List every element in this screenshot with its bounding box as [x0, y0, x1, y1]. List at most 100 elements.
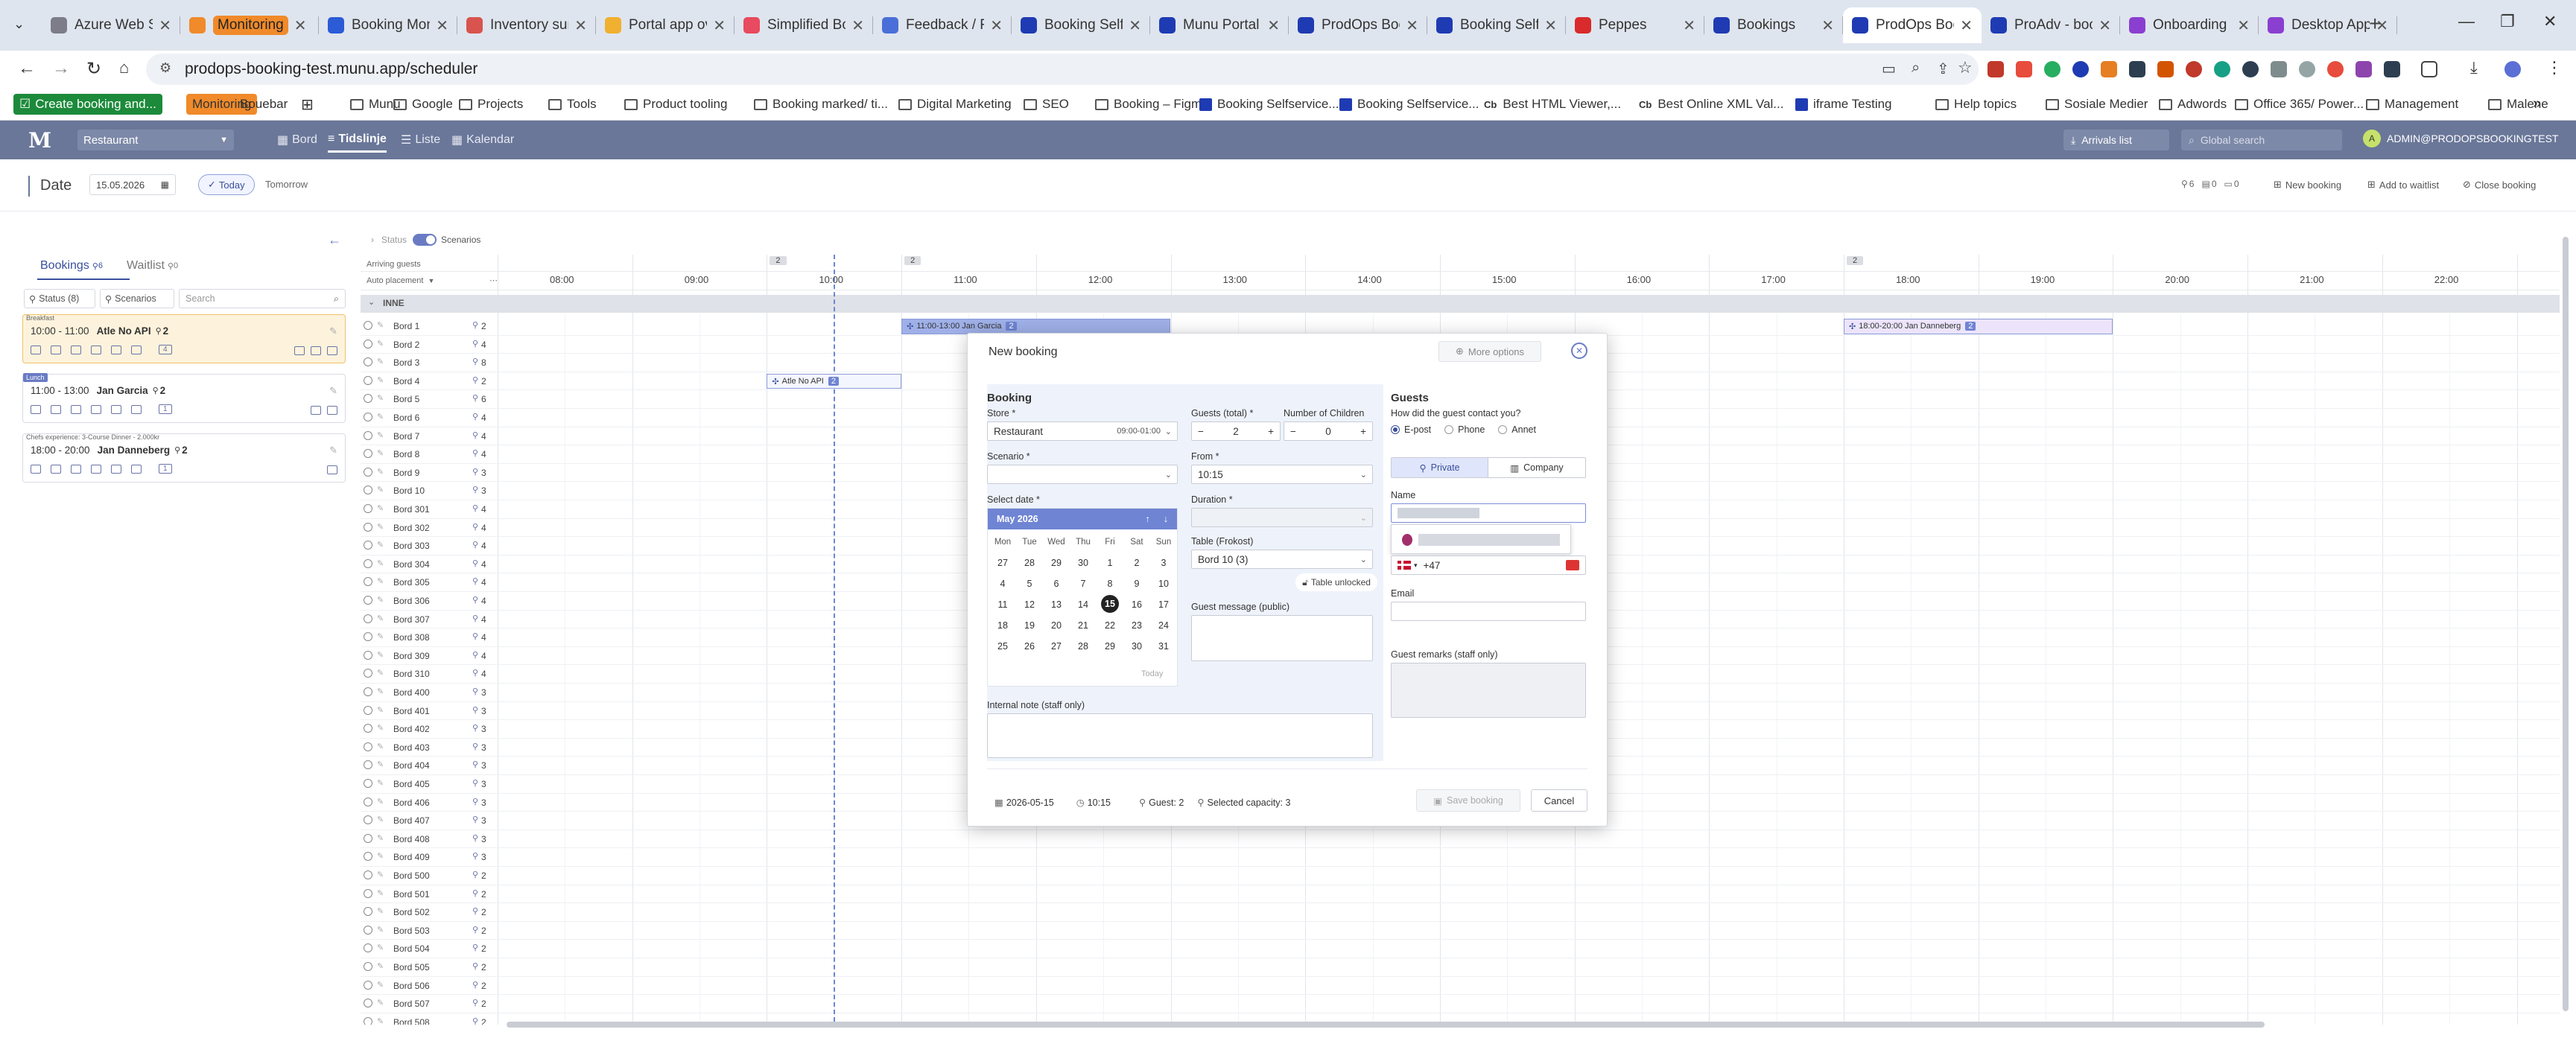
reload-icon[interactable]	[71, 404, 81, 414]
calendar-icon[interactable]	[31, 464, 41, 474]
tab-close-icon[interactable]: ✕	[851, 16, 864, 35]
extension-1-icon[interactable]	[1987, 61, 2004, 77]
browser-tab[interactable]: Simplified Boo ✕	[735, 7, 873, 43]
browser-tab[interactable]: Azure Web Se ✕	[42, 7, 180, 43]
edit-table-icon[interactable]: ✎	[377, 595, 384, 605]
date-picker-input[interactable]: 15.05.2026 ▦	[89, 174, 176, 195]
edit-table-icon[interactable]: ✎	[377, 833, 384, 843]
scenario-select[interactable]: ⌄	[987, 465, 1178, 484]
extension-15-icon[interactable]	[2384, 61, 2400, 77]
browser-tab[interactable]: Feedback / Re ✕	[873, 7, 1012, 43]
edit-table-icon[interactable]: ✎	[377, 522, 384, 532]
profile-avatar-icon[interactable]	[2504, 61, 2521, 77]
extension-11-icon[interactable]	[2271, 61, 2287, 77]
munu-logo[interactable]: M	[28, 128, 51, 153]
edit-icon[interactable]: ✎	[329, 325, 337, 337]
tab-close-icon[interactable]: ✕	[159, 16, 171, 35]
calendar-day[interactable]: 30	[1073, 553, 1094, 573]
bookmark-item[interactable]: Booking Selfservice...	[1339, 94, 1479, 115]
tab-close-icon[interactable]: ✕	[1406, 16, 1418, 35]
calendar-day[interactable]: 12	[1019, 595, 1040, 614]
calendar-day[interactable]: 7	[1073, 574, 1094, 593]
new-booking-button[interactable]: ⊞ New booking	[2274, 179, 2341, 191]
edit-table-icon[interactable]: ✎	[377, 687, 384, 696]
table-row[interactable]: ✎ Bord 506 ⚲ 2	[361, 977, 2560, 996]
calendar-day[interactable]: 8	[1100, 574, 1120, 593]
download-icon[interactable]: ⤓	[2470, 58, 2478, 77]
extension-5-icon[interactable]	[2101, 61, 2117, 77]
expand-icon[interactable]: ›	[371, 235, 374, 245]
calendar-day[interactable]: 30	[1126, 637, 1147, 656]
table-row[interactable]: ✎ Bord 501 ⚲ 2	[361, 885, 2560, 904]
browser-tab[interactable]: ProdOps Book ✕	[1843, 7, 1982, 43]
phone-input[interactable]: ▾ +47	[1391, 555, 1586, 575]
edit-table-icon[interactable]: ✎	[377, 375, 384, 385]
calendar-day[interactable]: 1	[1100, 553, 1120, 573]
calendar-day[interactable]: 29	[1046, 553, 1067, 573]
edit-table-icon[interactable]: ✎	[377, 503, 384, 513]
tab-waitlist[interactable]: Waitlist ⚲ 0	[127, 259, 178, 273]
guests-add-icon[interactable]	[131, 404, 142, 414]
minus-icon[interactable]: −	[1198, 426, 1204, 437]
close-booking-button[interactable]: ⊘ Close booking	[2463, 179, 2536, 191]
prev-month-icon[interactable]: ↑	[1146, 514, 1150, 524]
extensions-puzzle-icon[interactable]	[2421, 61, 2437, 77]
restore-icon[interactable]: ❐	[2500, 12, 2515, 31]
cast-icon[interactable]: ▭	[1882, 60, 1896, 78]
edit-table-icon[interactable]: ✎	[377, 320, 384, 330]
calendar-day[interactable]: 15	[1101, 595, 1119, 613]
extension-13-icon[interactable]	[2327, 61, 2344, 77]
user-menu[interactable]: A ADMIN@PRODOPSBOOKINGTEST	[2363, 130, 2558, 147]
table-row[interactable]: ✎ Bord 503 ⚲ 2	[361, 922, 2560, 940]
edit-table-icon[interactable]: ✎	[377, 778, 384, 788]
save-booking-button[interactable]: ▣ Save booking	[1416, 789, 1520, 812]
check-icon[interactable]	[111, 404, 121, 414]
bookmark-item[interactable]: Tools	[548, 94, 597, 115]
tab-bookings[interactable]: Bookings ⚲ 6	[40, 259, 103, 273]
extension-new-icon[interactable]	[2016, 61, 2032, 77]
radio-annet[interactable]	[1498, 425, 1508, 434]
back-icon[interactable]: ←	[18, 58, 36, 79]
site-info-icon[interactable]: ⚙	[159, 60, 171, 76]
calendar-icon[interactable]	[31, 404, 41, 414]
company-tab[interactable]: ▥ Company	[1488, 458, 1585, 477]
table-row[interactable]: ✎ Bord 505 ⚲ 2	[361, 958, 2560, 977]
bookmark-item[interactable]: Cb Best HTML Viewer,...	[1484, 94, 1621, 115]
nav-tidslinje[interactable]: ≡ Tidslinje	[328, 133, 387, 153]
tab-close-icon[interactable]: ✕	[1267, 16, 1280, 35]
vertical-scrollbar[interactable]	[2563, 237, 2569, 1011]
flag-norway-icon[interactable]	[1398, 561, 1411, 570]
edit-table-icon[interactable]: ✎	[377, 540, 384, 550]
plus-icon[interactable]: +	[1268, 426, 1274, 437]
horizontal-scrollbar[interactable]	[507, 1022, 2265, 1028]
calendar-day[interactable]: 28	[1019, 553, 1040, 573]
guest-message-textarea[interactable]	[1191, 615, 1373, 661]
calendar-day[interactable]: 5	[1019, 574, 1040, 593]
browser-tab[interactable]: Onboarding | ✕	[2120, 7, 2259, 43]
tab-close-icon[interactable]: ✕	[574, 16, 587, 35]
calendar-day[interactable]: 10	[1153, 574, 1174, 593]
omnibox[interactable]: ⚙ prodops-booking-test.munu.app/schedule…	[146, 54, 1979, 85]
edit-table-icon[interactable]: ✎	[377, 339, 384, 348]
edit-table-icon[interactable]: ✎	[377, 998, 384, 1007]
edit-table-icon[interactable]: ✎	[377, 723, 384, 733]
tab-close-icon[interactable]: ✕	[2098, 16, 2111, 35]
edit-table-icon[interactable]: ✎	[377, 650, 384, 660]
calendar-day[interactable]: 27	[992, 553, 1013, 573]
check-icon[interactable]	[111, 464, 121, 474]
extension-9-icon[interactable]	[2214, 61, 2230, 77]
calendar-day[interactable]: 31	[1153, 637, 1174, 656]
reload-icon[interactable]	[71, 464, 81, 474]
add-to-waitlist-button[interactable]: ⊞ Add to waitlist	[2367, 179, 2439, 191]
edit-table-icon[interactable]: ✎	[377, 558, 384, 568]
browser-tab[interactable]: Peppes ✕	[1566, 7, 1704, 43]
bookmark-item[interactable]: Office 365/ Power...	[2235, 94, 2364, 115]
bookmark-item[interactable]: SEO	[1024, 94, 1069, 115]
tab-close-icon[interactable]: ✕	[1683, 16, 1695, 35]
browser-tab[interactable]: Bookings ✕	[1704, 7, 1843, 43]
guests-add-icon[interactable]	[131, 464, 142, 474]
table-row[interactable]: ✎ Bord 504 ⚲ 2	[361, 940, 2560, 958]
global-search-input[interactable]: ⌕ Global search	[2181, 130, 2342, 150]
bookmark-item[interactable]: ☑ Create booking and...	[13, 94, 162, 115]
calendar-day[interactable]: 23	[1126, 616, 1147, 635]
